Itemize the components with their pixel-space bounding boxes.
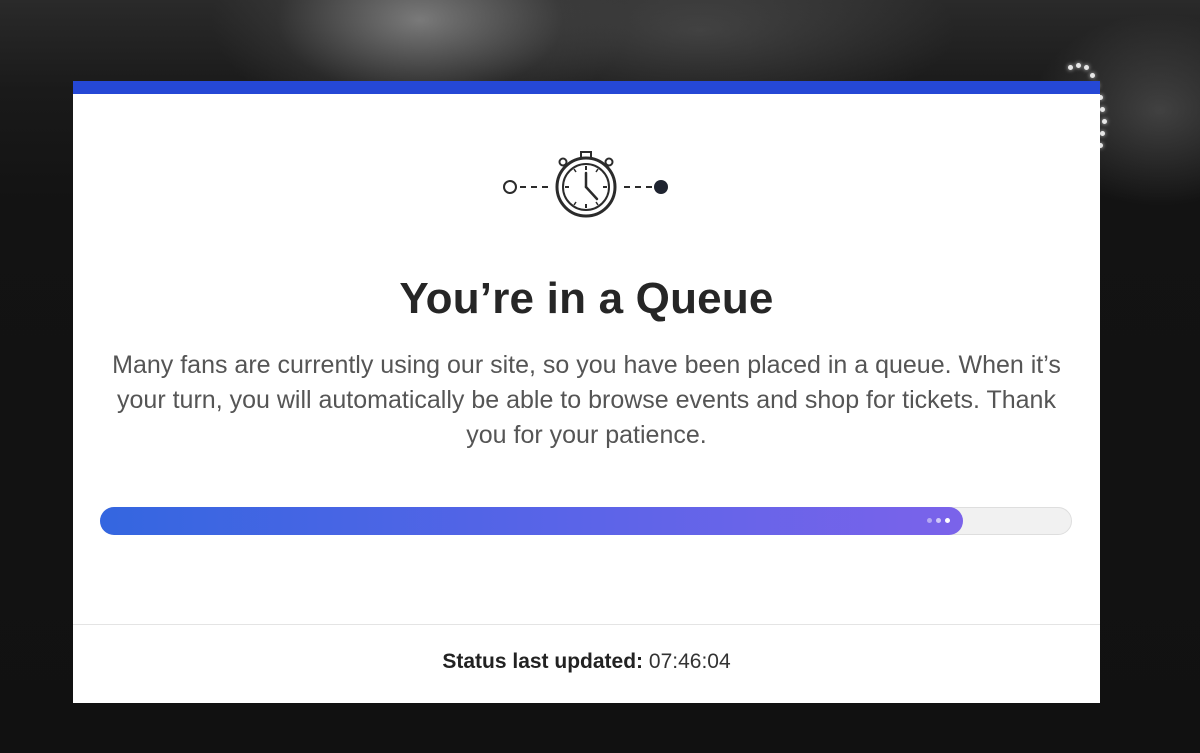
accent-bar <box>73 81 1100 94</box>
queue-progress-fill <box>100 507 964 535</box>
queue-dialog: You’re in a Queue Many fans are currentl… <box>73 81 1100 703</box>
stopwatch-icon <box>503 151 668 218</box>
queue-message: Many fans are currently using our site, … <box>112 351 1061 449</box>
queue-progress-bar <box>100 507 1072 535</box>
status-label: Status last updated: <box>442 650 644 673</box>
footer-divider <box>73 624 1100 625</box>
progress-dots-icon <box>925 518 955 524</box>
status-time: 07:46:04 <box>648 650 731 673</box>
status-line: Status last updated: 07:46:04 <box>73 650 1100 674</box>
queue-title: You’re in a Queue <box>399 274 774 323</box>
